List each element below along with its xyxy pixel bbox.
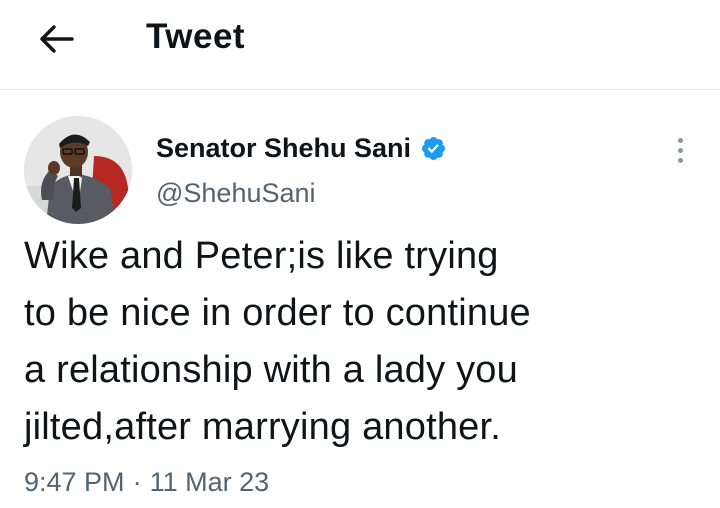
more-vertical-icon xyxy=(677,137,683,143)
more-options-button[interactable] xyxy=(664,130,696,170)
page-title: Tweet xyxy=(146,17,246,56)
verified-badge-icon xyxy=(422,136,446,160)
tweet-timestamp[interactable]: 9:47 PM · 11 Mar 23 xyxy=(24,462,269,502)
author-display-name: Senator Shehu Sani xyxy=(156,133,412,163)
tweet-text: Wike and Peter;is like trying to be nice… xyxy=(24,235,531,448)
tweet-time: 9:47 PM xyxy=(24,467,125,497)
avatar[interactable] xyxy=(24,116,132,224)
back-button[interactable] xyxy=(30,17,82,61)
tweet-date: 11 Mar 23 xyxy=(149,467,270,497)
meta-separator: · xyxy=(132,467,142,497)
author-name-row[interactable]: Senator Shehu Sani xyxy=(156,128,447,168)
author-handle[interactable]: @ShehuSani xyxy=(156,174,316,212)
top-bar: Tweet xyxy=(0,0,720,90)
profile-photo xyxy=(24,116,132,224)
arrow-left-icon xyxy=(40,25,74,53)
